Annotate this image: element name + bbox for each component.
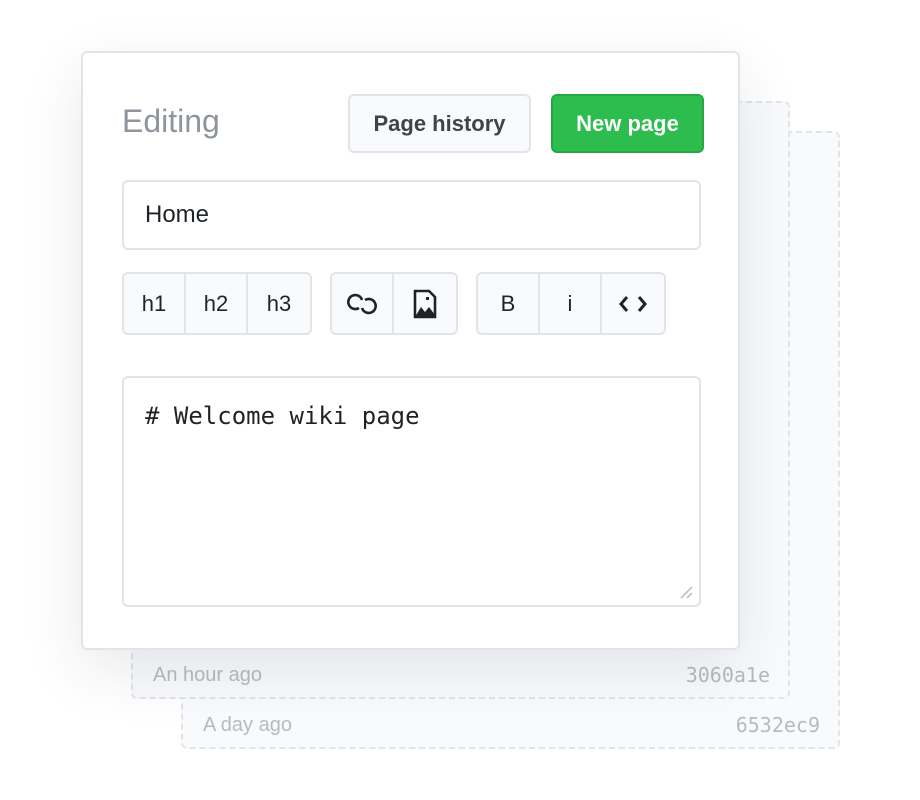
h1-button[interactable]: h1 <box>124 274 186 333</box>
h2-button[interactable]: h2 <box>186 274 248 333</box>
image-button[interactable] <box>394 274 456 333</box>
bold-button[interactable]: B <box>478 274 540 333</box>
history-time: An hour ago <box>153 664 262 686</box>
new-page-button[interactable]: New page <box>551 94 704 153</box>
image-icon <box>413 289 437 318</box>
resize-handle-icon[interactable] <box>679 585 693 599</box>
link-icon <box>347 293 377 314</box>
editor-card: Editing Page history New page Home h1 h2… <box>81 51 740 650</box>
page-name-input[interactable]: Home <box>122 180 701 250</box>
page-history-button[interactable]: Page history <box>348 94 531 153</box>
heading-button-group: h1 h2 h3 <box>122 272 312 335</box>
history-time: A day ago <box>203 714 292 736</box>
link-button[interactable] <box>332 274 394 333</box>
italic-button[interactable]: i <box>540 274 602 333</box>
insert-button-group <box>330 272 458 335</box>
content-textarea[interactable]: # Welcome wiki page <box>122 376 701 607</box>
history-sha: 3060a1e <box>685 663 770 687</box>
editor-title: Editing <box>122 103 220 139</box>
history-sha: 6532ec9 <box>735 713 820 737</box>
h3-button[interactable]: h3 <box>248 274 310 333</box>
code-button[interactable] <box>602 274 664 333</box>
code-icon <box>619 295 647 312</box>
format-button-group: B i <box>476 272 666 335</box>
content-text: # Welcome wiki page <box>145 402 420 430</box>
